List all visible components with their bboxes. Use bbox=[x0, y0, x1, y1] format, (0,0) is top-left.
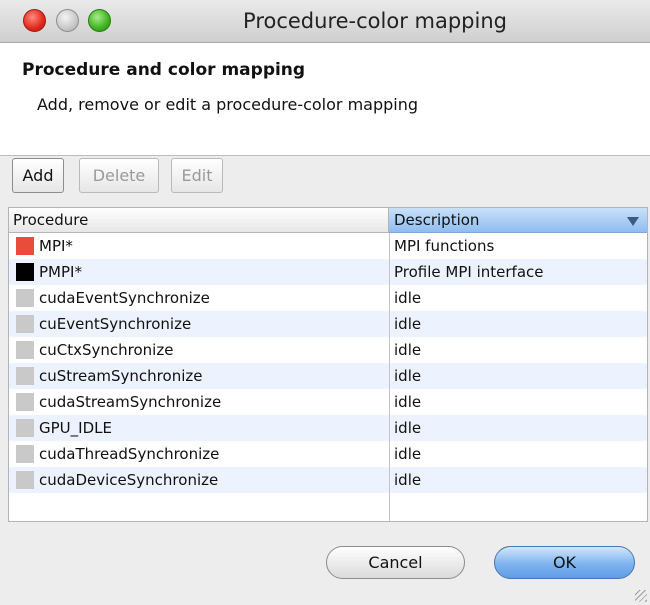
description-cell: idle bbox=[394, 367, 422, 385]
color-swatch-icon[interactable] bbox=[16, 341, 34, 359]
delete-button[interactable]: Delete bbox=[79, 158, 159, 193]
dialog-window: Procedure-color mapping Procedure and co… bbox=[0, 0, 650, 605]
color-swatch-icon[interactable] bbox=[16, 263, 34, 281]
header-panel: Procedure and color mapping Add, remove … bbox=[0, 43, 650, 156]
description-cell: idle bbox=[394, 289, 422, 307]
table-row[interactable]: PMPI* Profile MPI interface bbox=[9, 259, 647, 285]
description-cell: idle bbox=[394, 445, 422, 463]
description-cell: idle bbox=[394, 471, 422, 489]
table-row[interactable]: cudaStreamSynchronize idle bbox=[9, 389, 647, 415]
color-swatch-icon[interactable] bbox=[16, 419, 34, 437]
color-swatch-icon[interactable] bbox=[16, 367, 34, 385]
column-divider[interactable] bbox=[389, 233, 390, 521]
column-header-description-label: Description bbox=[394, 211, 480, 229]
page-description: Add, remove or edit a procedure-color ma… bbox=[37, 95, 419, 114]
mapping-table: Procedure Description MPI* MPI functions… bbox=[8, 207, 648, 522]
procedure-cell: cudaThreadSynchronize bbox=[39, 445, 220, 463]
color-swatch-icon[interactable] bbox=[16, 393, 34, 411]
color-swatch-icon[interactable] bbox=[16, 237, 34, 255]
description-cell: idle bbox=[394, 393, 422, 411]
procedure-cell: PMPI* bbox=[39, 263, 82, 281]
procedure-cell: cuStreamSynchronize bbox=[39, 367, 203, 385]
table-row[interactable]: cuEventSynchronize idle bbox=[9, 311, 647, 337]
procedure-cell: cudaDeviceSynchronize bbox=[39, 471, 219, 489]
table-row[interactable]: cudaThreadSynchronize idle bbox=[9, 441, 647, 467]
page-title: Procedure and color mapping bbox=[22, 60, 306, 80]
procedure-cell: cuEventSynchronize bbox=[39, 315, 192, 333]
table-row[interactable]: cuCtxSynchronize idle bbox=[9, 337, 647, 363]
color-swatch-icon[interactable] bbox=[16, 315, 34, 333]
table-header: Procedure Description bbox=[9, 208, 647, 233]
add-button[interactable]: Add bbox=[12, 158, 64, 193]
ok-button[interactable]: OK bbox=[494, 546, 635, 579]
color-swatch-icon[interactable] bbox=[16, 471, 34, 489]
table-body: MPI* MPI functions PMPI* Profile MPI int… bbox=[9, 233, 647, 493]
table-row[interactable]: cuStreamSynchronize idle bbox=[9, 363, 647, 389]
description-cell: Profile MPI interface bbox=[394, 263, 544, 281]
window-title: Procedure-color mapping bbox=[243, 9, 507, 33]
resize-grip-icon[interactable] bbox=[635, 590, 647, 602]
procedure-cell: cuCtxSynchronize bbox=[39, 341, 174, 359]
column-header-description[interactable]: Description bbox=[389, 208, 647, 233]
procedure-cell: cudaStreamSynchronize bbox=[39, 393, 222, 411]
description-cell: idle bbox=[394, 341, 422, 359]
table-row[interactable]: cudaDeviceSynchronize idle bbox=[9, 467, 647, 493]
table-row[interactable]: MPI* MPI functions bbox=[9, 233, 647, 259]
description-cell: idle bbox=[394, 315, 422, 333]
procedure-cell: GPU_IDLE bbox=[39, 419, 112, 437]
sort-descending-icon bbox=[627, 217, 639, 226]
minimize-window-icon[interactable] bbox=[56, 9, 79, 32]
close-window-icon[interactable] bbox=[23, 9, 46, 32]
edit-button[interactable]: Edit bbox=[171, 158, 223, 193]
cancel-button[interactable]: Cancel bbox=[326, 546, 465, 579]
description-cell: MPI functions bbox=[394, 237, 495, 255]
table-row[interactable]: GPU_IDLE idle bbox=[9, 415, 647, 441]
column-header-procedure[interactable]: Procedure bbox=[9, 208, 389, 233]
color-swatch-icon[interactable] bbox=[16, 445, 34, 463]
table-row[interactable]: cudaEventSynchronize idle bbox=[9, 285, 647, 311]
procedure-cell: MPI* bbox=[39, 237, 73, 255]
description-cell: idle bbox=[394, 419, 422, 437]
color-swatch-icon[interactable] bbox=[16, 289, 34, 307]
procedure-cell: cudaEventSynchronize bbox=[39, 289, 210, 307]
title-bar[interactable]: Procedure-color mapping bbox=[0, 0, 650, 43]
zoom-window-icon[interactable] bbox=[88, 9, 111, 32]
